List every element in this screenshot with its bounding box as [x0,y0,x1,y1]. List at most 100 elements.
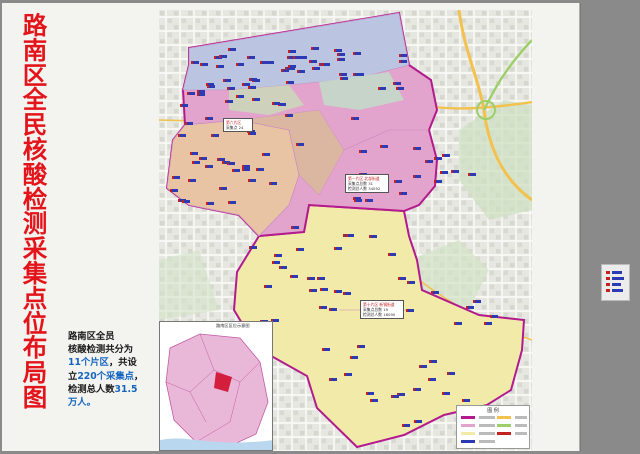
legend-line [479,416,495,419]
collection-point-icon [454,321,463,325]
collection-point-icon [309,288,318,292]
collection-point-icon [418,364,427,368]
legend-line [479,440,495,443]
collection-point-icon [377,86,386,90]
collection-point-icon [199,63,208,67]
collection-point-icon [490,314,499,318]
zone-label-south: 第十片区 新钢街道 采集点总数 19 检测总人数 16090 [360,300,404,319]
collection-point-icon [260,61,269,64]
collection-point-icon [231,168,240,172]
collection-point-icon [353,72,362,76]
collection-point-icon [413,419,422,423]
collection-point-icon [434,157,442,161]
collection-point-icon [227,48,236,52]
title-character: 酸 [22,159,48,189]
collection-point-icon [442,153,451,157]
collection-point-icon [169,188,178,192]
collection-point-icon [321,347,330,351]
collection-point-icon [467,172,476,176]
collection-point-icon [210,133,219,137]
collection-point-icon [263,284,272,288]
title-character: 南 [22,35,48,65]
collection-point-icon [172,176,181,179]
collection-point-icon [256,168,265,172]
district-map[interactable]: 第一片区 北部街道 采集点总数 31 检测总人数 34092 第十片区 新钢街道… [159,10,532,451]
collection-point-icon [369,399,378,403]
collection-point-icon [296,69,305,73]
legend-swatch [461,424,475,427]
people-count: 31.5 [114,383,138,395]
collection-point-icon [311,47,319,50]
collection-point-icon [312,66,321,70]
poster-title: 路南区全民核酸检测采集点位布局图 [14,13,56,411]
collection-point-icon [206,84,215,88]
zone-label-west: 第六片区 采集点 24 [223,118,253,132]
legend-line [479,432,495,435]
collection-point-icon [222,78,231,82]
summary-line: 立220个采集点， [68,370,144,382]
collection-point-icon [484,322,493,325]
collection-point-icon [178,133,187,137]
collection-point-icon [365,199,374,203]
legend-swatch [461,440,475,443]
thumbnail-preview[interactable] [601,264,630,301]
collection-point-icon [405,309,414,313]
legend-title: 图 例 [487,408,499,414]
legend-line [515,432,527,435]
collection-point-icon [179,103,188,107]
collection-point-icon [217,158,226,162]
map-legend: 图 例 [456,405,530,449]
collection-point-icon [451,169,460,173]
collection-point-icon [251,97,260,101]
collection-point-icon [189,152,198,156]
legend-swatch [497,432,511,435]
collection-point-icon [380,145,389,149]
summary-line: 核酸检测共分为 [68,344,134,356]
collection-point-icon [354,199,363,203]
collection-point-icon [392,82,401,86]
collection-point-icon [182,199,191,203]
zone-label-central: 第一片区 北部街道 采集点总数 31 检测总人数 34092 [345,174,389,193]
collection-point-icon [249,246,258,250]
legend-line [515,416,527,419]
legend-swatch [461,432,475,435]
legend-swatch [461,416,475,419]
collection-point-icon [198,156,207,160]
collection-point-icon [431,290,439,294]
collection-point-icon [204,164,213,168]
collection-point-icon [187,179,196,183]
collection-point-icon [343,372,352,376]
collection-point-icon [278,265,287,269]
collection-point-icon [321,62,330,66]
collection-point-icon [261,152,270,156]
collection-point-icon [333,246,342,250]
collection-point-icon [425,159,434,163]
collection-point-icon [291,226,300,230]
collection-point-icon [399,53,408,57]
collection-point-icon [306,276,315,280]
collection-point-icon [248,78,257,82]
collection-point-icon [391,394,400,398]
summary-text: 路南区全员 核酸检测共分为 11个片区，共设 立220个采集点， 检测总人数31… [68,330,166,409]
legend-swatch [497,416,511,419]
collection-point-icon [413,147,421,151]
collection-point-icon [429,359,438,363]
collection-point-icon [274,254,282,257]
collection-point-icon [186,91,195,95]
collection-point-icon [412,388,421,392]
summary-line: 11个片区，共设 [68,357,137,369]
collection-point-icon [247,86,256,90]
collection-point-icon [218,55,227,59]
collection-point-icon [284,113,293,117]
collection-point-icon [466,306,475,310]
collection-point-icon [228,200,237,204]
collection-point-icon [247,55,256,59]
collection-point-icon [366,391,375,395]
collection-point-icon [271,261,280,265]
location-inset-map[interactable]: 路南区区位示意图 [159,321,273,451]
thumbnail-canvas [606,271,624,292]
collection-point-icon [319,305,328,309]
collection-point-icon [285,81,294,85]
collection-point-icon [342,291,351,295]
collection-point-icon [338,73,347,77]
